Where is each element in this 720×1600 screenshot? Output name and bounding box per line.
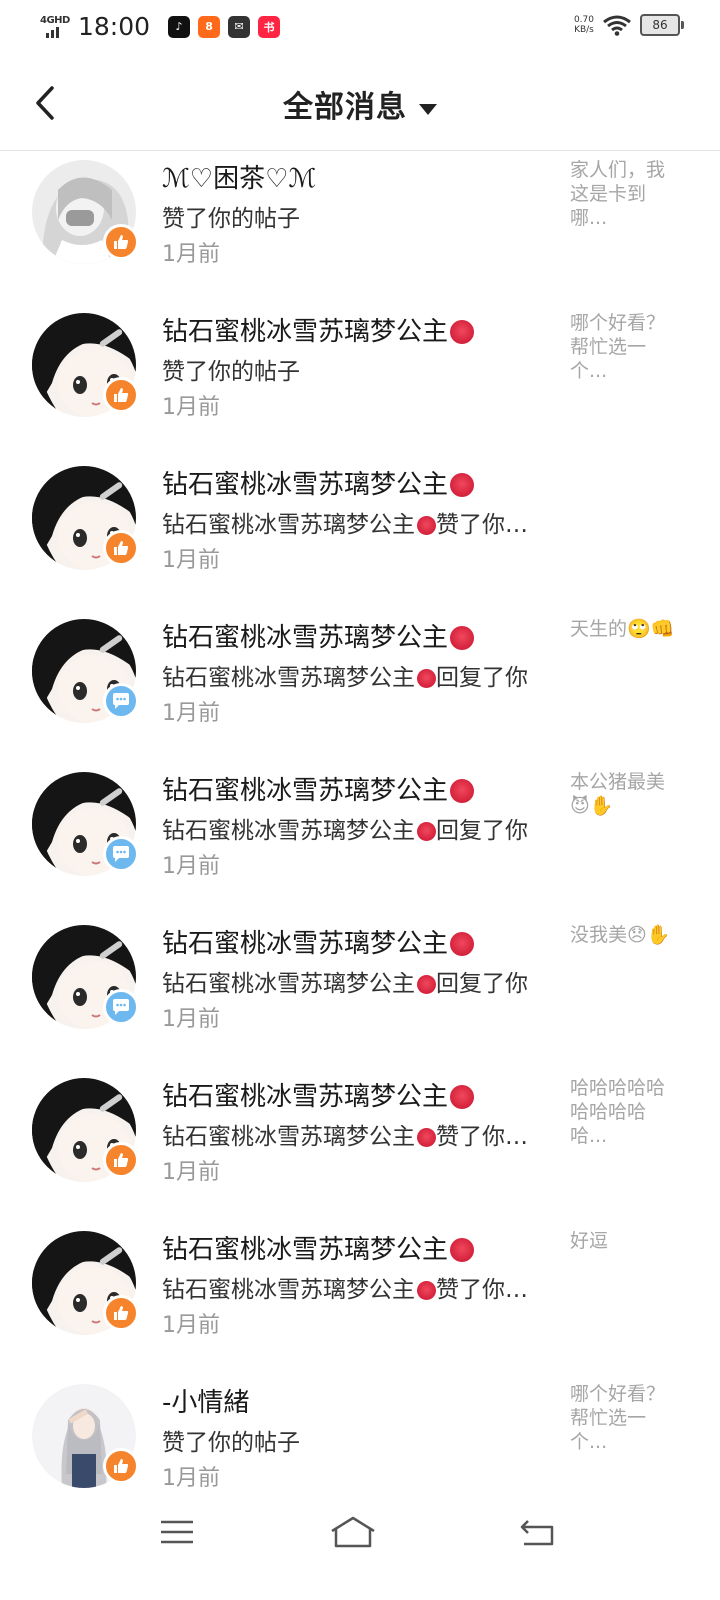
thumbs-up-icon: [114, 388, 129, 402]
sender-name[interactable]: 钻石蜜桃冰雪苏璃梦公主: [162, 1229, 475, 1266]
network-type: 4GHD: [40, 14, 70, 26]
like-badge: [103, 1295, 139, 1331]
thumbs-up-icon: [114, 1459, 129, 1473]
network-speed: 0.70 KB/s: [573, 15, 594, 35]
like-badge: [103, 530, 139, 566]
angry-face-icon: [450, 320, 475, 344]
message-item[interactable]: 钻石蜜桃冰雪苏璃梦公主钻石蜜桃冰雪苏璃梦公主 回复了你 1月前 没我美😞✋: [0, 903, 720, 1056]
like-badge: [103, 377, 139, 413]
action-text: 赞了你的帖子: [162, 1430, 300, 1456]
action-text: 钻石蜜桃冰雪苏璃梦公主 回复了你: [162, 665, 528, 691]
message-item[interactable]: 钻石蜜桃冰雪苏璃梦公主钻石蜜桃冰雪苏璃梦公主 回复了你 1月前 本公猪最美😈✋: [0, 750, 720, 903]
comment-icon: [113, 999, 129, 1015]
sender-name[interactable]: 钻石蜜桃冰雪苏璃梦公主: [162, 1076, 475, 1113]
angry-face-icon: [417, 669, 436, 688]
post-preview[interactable]: 哪个好看？帮忙选一个...: [570, 311, 682, 383]
message-item[interactable]: 钻石蜜桃冰雪苏璃梦公主钻石蜜桃冰雪苏璃梦公主 赞了你… 1月前 好逗: [0, 1209, 720, 1362]
sender-name[interactable]: 钻石蜜桃冰雪苏璃梦公主: [162, 464, 475, 501]
angry-face-icon: [450, 1085, 475, 1109]
message-item[interactable]: 钻石蜜桃冰雪苏璃梦公主钻石蜜桃冰雪苏璃梦公主 赞了你… 1月前: [0, 444, 720, 597]
sender-name[interactable]: 钻石蜜桃冰雪苏璃梦公主: [162, 770, 475, 807]
angry-face-icon: [450, 626, 475, 650]
sender-name[interactable]: 钻石蜜桃冰雪苏璃梦公主: [162, 311, 475, 348]
action-text: 钻石蜜桃冰雪苏璃梦公主 赞了你…: [162, 512, 528, 538]
xiaohongshu-icon: 书: [258, 15, 281, 38]
angry-face-icon: [417, 1128, 436, 1147]
angry-face-icon: [450, 779, 475, 803]
status-bar: 4GHD 18:00 ♪ 8 ✉ 书 0.70 KB/s 86: [0, 0, 720, 56]
angry-face-icon: [450, 1238, 475, 1262]
back-nav-button[interactable]: [498, 1504, 578, 1560]
menu-button[interactable]: [137, 1504, 217, 1560]
thumbs-up-icon: [114, 541, 129, 555]
menu-icon: [161, 1520, 193, 1544]
message-item[interactable]: -小情緒赞了你的帖子 1月前 哪个好看？帮忙选一个...: [0, 1362, 720, 1504]
angry-face-icon: [417, 822, 436, 841]
message-list[interactable]: ℳ♡困茶♡ℳ 赞了你的帖子 1月前 家人们，我这是卡到哪... 钻石蜜桃冰雪苏璃梦公主赞…: [0, 152, 720, 1504]
post-preview[interactable]: 本公猪最美😈✋: [570, 770, 682, 818]
thumbs-up-icon: [114, 235, 129, 249]
action-text: 赞了你的帖子: [162, 359, 300, 385]
action-text: 钻石蜜桃冰雪苏璃梦公主 回复了你: [162, 818, 528, 844]
comment-icon: [113, 693, 129, 709]
battery-level: 86: [652, 18, 668, 32]
system-nav-bar: [0, 1504, 720, 1600]
timestamp: 1月前: [162, 1007, 220, 1032]
like-badge: [103, 1142, 139, 1178]
message-filter-dropdown[interactable]: 全部消息: [0, 82, 720, 126]
timestamp: 1月前: [162, 854, 220, 879]
thumbs-up-icon: [114, 1306, 129, 1320]
like-badge: [103, 224, 139, 260]
angry-face-icon: [450, 473, 475, 497]
home-icon: [331, 1516, 375, 1548]
timestamp: 1月前: [162, 395, 220, 420]
post-preview[interactable]: 家人们，我这是卡到哪...: [570, 158, 682, 230]
post-preview[interactable]: 哪个好看？帮忙选一个...: [570, 1382, 682, 1454]
post-preview[interactable]: 哈哈哈哈哈哈哈哈哈哈...: [570, 1076, 682, 1148]
reply-badge: [103, 683, 139, 719]
timestamp: 1月前: [162, 1466, 220, 1491]
timestamp: 1月前: [162, 1160, 220, 1185]
wechat-icon: ✉: [228, 15, 251, 38]
clock: 18:00: [78, 12, 151, 41]
sender-name[interactable]: ℳ♡困茶♡ℳ: [162, 158, 316, 195]
thumbs-up-icon: [114, 1153, 129, 1167]
action-text: 钻石蜜桃冰雪苏璃梦公主 赞了你…: [162, 1124, 528, 1150]
action-text: 钻石蜜桃冰雪苏璃梦公主 赞了你…: [162, 1277, 528, 1303]
timestamp: 1月前: [162, 548, 220, 573]
sender-name[interactable]: 钻石蜜桃冰雪苏璃梦公主: [162, 923, 475, 960]
message-item[interactable]: 钻石蜜桃冰雪苏璃梦公主钻石蜜桃冰雪苏璃梦公主 回复了你 1月前 天生的🙄👊: [0, 597, 720, 750]
timestamp: 1月前: [162, 242, 220, 267]
like-badge: [103, 1448, 139, 1484]
caret-down-icon: [419, 104, 437, 115]
battery-icon: 86: [640, 14, 684, 36]
reply-badge: [103, 836, 139, 872]
message-item[interactable]: 钻石蜜桃冰雪苏璃梦公主钻石蜜桃冰雪苏璃梦公主 赞了你… 1月前 哈哈哈哈哈哈哈哈哈哈.…: [0, 1056, 720, 1209]
sender-name[interactable]: -小情緒: [162, 1382, 249, 1419]
angry-face-icon: [450, 932, 475, 956]
timestamp: 1月前: [162, 701, 220, 726]
timestamp: 1月前: [162, 1313, 220, 1338]
page-title: 全部消息: [283, 90, 407, 125]
message-item[interactable]: 钻石蜜桃冰雪苏璃梦公主赞了你的帖子 1月前 哪个好看？帮忙选一个...: [0, 291, 720, 444]
tiktok-icon: ♪: [168, 15, 191, 38]
action-text: 钻石蜜桃冰雪苏璃梦公主 回复了你: [162, 971, 528, 997]
post-preview[interactable]: 好逗: [570, 1229, 682, 1253]
angry-face-icon: [417, 975, 436, 994]
comment-icon: [113, 846, 129, 862]
home-button[interactable]: [313, 1504, 393, 1560]
angry-face-icon: [417, 1281, 436, 1300]
post-preview[interactable]: 天生的🙄👊: [570, 617, 682, 641]
kuaishou-icon: 8: [198, 15, 221, 38]
sender-name[interactable]: 钻石蜜桃冰雪苏璃梦公主: [162, 617, 475, 654]
return-icon: [520, 1520, 554, 1546]
wifi-icon: [603, 15, 631, 36]
reply-badge: [103, 989, 139, 1025]
cellular-signal-icon: 4GHD: [40, 14, 72, 40]
action-text: 赞了你的帖子: [162, 206, 300, 232]
angry-face-icon: [417, 516, 436, 535]
post-preview[interactable]: 没我美😞✋: [570, 923, 682, 947]
header: 全部消息: [0, 60, 720, 151]
message-item[interactable]: ℳ♡困茶♡ℳ 赞了你的帖子 1月前 家人们，我这是卡到哪...: [0, 152, 720, 291]
